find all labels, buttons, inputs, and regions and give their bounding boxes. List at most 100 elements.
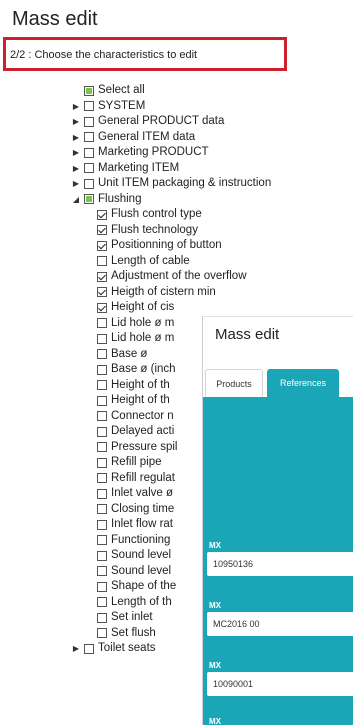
flushing-item-node[interactable]: Connector n — [97, 409, 174, 424]
checkbox[interactable] — [84, 643, 94, 654]
checkbox[interactable] — [97, 628, 107, 638]
checkbox[interactable] — [97, 442, 107, 452]
group-node[interactable]: ▶ Unit ITEM packaging & instruction — [71, 176, 271, 191]
flushing-item-node[interactable]: Lid hole ø m — [97, 316, 174, 331]
node-label: General PRODUCT data — [98, 115, 225, 127]
flushing-item-node[interactable]: Pressure spil — [97, 440, 177, 455]
flushing-item-node[interactable]: Set flush — [97, 626, 156, 641]
flushing-item-node[interactable]: Height of th — [97, 393, 170, 408]
group-node[interactable]: ▶ Marketing PRODUCT — [71, 145, 209, 160]
flushing-item-node[interactable]: Heigth of cistern min — [97, 285, 216, 300]
tab-products[interactable]: Products — [205, 369, 263, 397]
expand-arrow-icon[interactable]: ▶ — [71, 130, 81, 145]
flushing-item-node[interactable]: Inlet flow rat — [97, 517, 173, 532]
flushing-item-node[interactable]: Closing time — [97, 502, 174, 517]
node-label: Flushing — [98, 192, 142, 205]
flushing-item-node[interactable]: Length of cable — [97, 254, 190, 269]
expand-arrow-icon[interactable]: ▶ — [71, 99, 81, 114]
collapse-arrow-icon[interactable]: ◢ — [71, 192, 81, 207]
flushing-item-node[interactable]: Flush control type — [97, 207, 202, 222]
checkbox[interactable] — [84, 101, 94, 111]
node-label: Adjustment of the overflow — [111, 270, 247, 282]
flushing-item-node[interactable]: Height of th — [97, 378, 170, 393]
checkbox[interactable] — [97, 535, 107, 545]
checkbox[interactable] — [97, 318, 107, 328]
checkbox[interactable] — [84, 116, 94, 127]
node-label: Height of cis — [111, 301, 175, 313]
expand-arrow-icon[interactable]: ▶ — [71, 114, 81, 129]
checkbox[interactable] — [84, 194, 94, 204]
checkbox[interactable] — [97, 457, 107, 468]
checkbox[interactable] — [97, 519, 107, 530]
checkbox[interactable] — [97, 581, 107, 592]
checkbox[interactable] — [97, 473, 107, 483]
flushing-item-node[interactable]: Set inlet — [97, 610, 153, 625]
checkbox[interactable] — [84, 147, 94, 158]
flushing-item-node[interactable]: Positionning of button — [97, 238, 222, 253]
checkbox[interactable] — [84, 178, 94, 189]
checkbox[interactable] — [97, 256, 107, 266]
expand-arrow-icon[interactable]: ▶ — [71, 161, 81, 176]
checkbox[interactable] — [97, 550, 107, 561]
tab-references[interactable]: References — [267, 369, 339, 397]
flushing-item-node[interactable]: Delayed acti — [97, 424, 174, 439]
group-node[interactable]: ▶ General ITEM data — [71, 130, 195, 145]
group-node[interactable]: ▶ SYSTEM — [71, 99, 145, 114]
flushing-item-node[interactable]: Functioning — [97, 533, 170, 548]
reference-field[interactable]: 10950136 — [207, 552, 353, 576]
node-label: Base ø — [111, 347, 148, 360]
flushing-item-node[interactable]: Length of th — [97, 595, 172, 610]
node-label: Unit ITEM packaging & instruction — [98, 177, 272, 189]
flushing-item-node[interactable]: Flush technology — [97, 223, 198, 238]
reference-field[interactable]: MC2016 00 — [207, 612, 353, 636]
checkbox[interactable] — [97, 302, 107, 313]
mx-label: MX — [209, 717, 221, 726]
group-node[interactable]: ▶ General PRODUCT data — [71, 114, 224, 129]
select-all-node[interactable]: Select all — [84, 83, 145, 98]
checkbox[interactable] — [97, 597, 107, 607]
node-label: Lid hole ø m — [111, 332, 175, 344]
node-label: Pressure spil — [111, 440, 178, 453]
checkbox[interactable] — [97, 380, 107, 390]
checkbox[interactable] — [84, 163, 94, 173]
checkbox[interactable] — [97, 271, 107, 282]
flushing-item-node[interactable]: Lid hole ø m — [97, 331, 174, 346]
mx-label: MX — [209, 541, 221, 550]
flushing-item-node[interactable]: Base ø — [97, 347, 147, 362]
checkbox[interactable] — [84, 85, 94, 96]
flushing-item-node[interactable]: Shape of the — [97, 579, 176, 594]
checkbox[interactable] — [97, 504, 107, 514]
flushing-item-node[interactable]: Sound level — [97, 564, 171, 579]
checkbox[interactable] — [97, 364, 107, 375]
checkbox[interactable] — [97, 566, 107, 576]
group-node[interactable]: ▶ Marketing ITEM — [71, 161, 179, 176]
flushing-item-node[interactable]: Base ø (inch — [97, 362, 176, 377]
flushing-item-node[interactable]: Inlet valve ø — [97, 486, 173, 501]
flushing-item-node[interactable]: Height of cis — [97, 300, 174, 315]
flushing-item-node[interactable]: Adjustment of the overflow — [97, 269, 247, 284]
reference-field[interactable]: 10090001 — [207, 672, 353, 696]
overlay-title: Mass edit — [215, 326, 280, 343]
checkbox[interactable] — [97, 333, 107, 344]
checkbox[interactable] — [97, 240, 107, 251]
checkbox[interactable] — [97, 612, 107, 623]
checkbox[interactable] — [97, 287, 107, 297]
node-label: Length of cable — [111, 254, 190, 267]
expand-arrow-icon[interactable]: ▶ — [71, 145, 81, 160]
checkbox[interactable] — [97, 426, 107, 437]
group-node-flushing[interactable]: ◢ Flushing — [71, 192, 142, 207]
checkbox[interactable] — [97, 411, 107, 421]
page-title: Mass edit — [12, 8, 98, 30]
flushing-item-node[interactable]: Refill pipe — [97, 455, 162, 470]
checkbox[interactable] — [97, 225, 107, 235]
checkbox[interactable] — [84, 132, 94, 142]
expand-arrow-icon[interactable]: ▶ — [71, 641, 81, 656]
flushing-item-node[interactable]: Refill regulat — [97, 471, 175, 486]
checkbox[interactable] — [97, 395, 107, 406]
group-node-toilet-seats[interactable]: ▶ Toilet seats — [71, 641, 156, 656]
checkbox[interactable] — [97, 209, 107, 220]
checkbox[interactable] — [97, 349, 107, 359]
checkbox[interactable] — [97, 488, 107, 499]
flushing-item-node[interactable]: Sound level — [97, 548, 171, 563]
expand-arrow-icon[interactable]: ▶ — [71, 176, 81, 191]
